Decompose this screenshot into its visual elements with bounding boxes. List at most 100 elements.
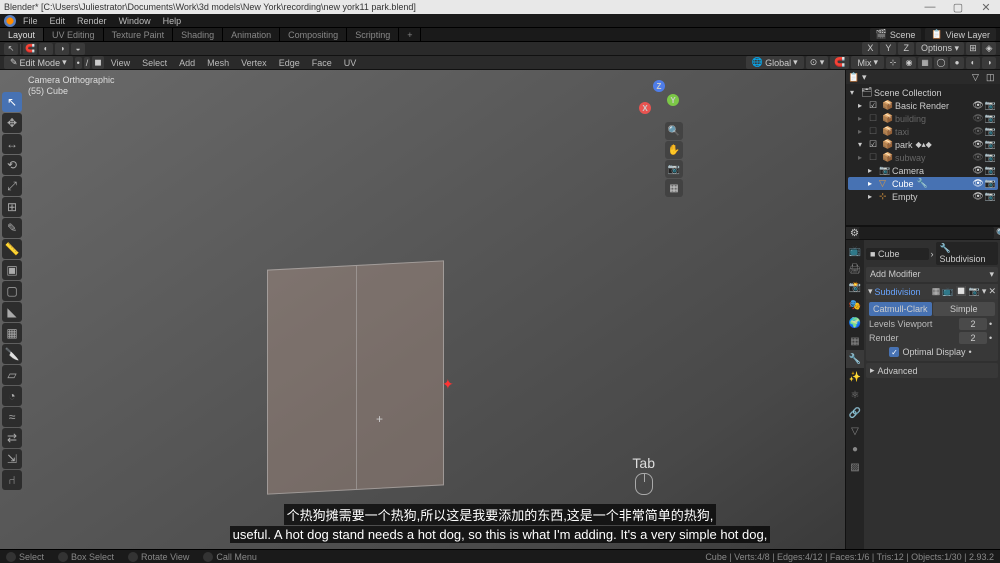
snap-toggle[interactable]: 🧲 [830, 56, 849, 69]
outliner-item-taxi[interactable]: ▸☐📦 taxi 👁📷 [848, 125, 998, 138]
tool-polybuild[interactable]: ▱ [2, 365, 22, 385]
optimal-display-checkbox[interactable]: ✓ [889, 347, 899, 357]
snap2-icon[interactable]: ◐ [39, 43, 53, 55]
mode-dropdown[interactable]: ✎ Edit Mode ▾ [4, 56, 73, 69]
select-mode-vert[interactable]: • [75, 57, 82, 69]
tab-add[interactable]: + [399, 28, 421, 41]
nav-camera[interactable]: 📷 [665, 160, 683, 178]
tab-uvediting[interactable]: UV Editing [44, 28, 104, 41]
outliner-item-park[interactable]: ▾☑📦 park ◆▴◆ 👁📷 [848, 138, 998, 151]
snap-icon[interactable]: 🧲 [23, 43, 37, 55]
xyz-z[interactable]: Z [898, 42, 914, 55]
3d-viewport[interactable]: ✦ + ↖ ✥ ↔ ⟲ ⤢ ⊞ ✎ 📏 ▣ ▢ ◣ ▦ 🔪 ▱ ◔ ≈ ⇄ ⇲ … [0, 70, 845, 549]
gizmo-icon[interactable]: ⊹ [886, 57, 900, 69]
simple-button[interactable]: Simple [933, 302, 996, 316]
orientation-selector[interactable]: 🌐 Global ▾ [746, 56, 804, 69]
menu-help[interactable]: Help [158, 16, 187, 26]
menu-edge[interactable]: Edge [274, 58, 305, 68]
outliner-camera[interactable]: ▸📷 Camera 👁📷 [848, 164, 998, 177]
menu-vertex[interactable]: Vertex [236, 58, 272, 68]
tool-loopcut[interactable]: ▦ [2, 323, 22, 343]
tool-cursor[interactable]: ✥ [2, 113, 22, 133]
proptab-world[interactable]: 🌍 [846, 314, 864, 332]
select-mode-face[interactable]: ◼ [92, 56, 103, 69]
mod-vis-oncage-icon[interactable]: ▾ [982, 286, 987, 297]
proptab-material[interactable]: ● [846, 440, 864, 458]
nav-pan[interactable]: ✋ [665, 141, 683, 159]
proptab-data[interactable]: ▽ [846, 422, 864, 440]
overlays-icon[interactable]: ◉ [902, 57, 916, 69]
proptab-viewlayer[interactable]: 📸 [846, 278, 864, 296]
tool-shrink[interactable]: ⇲ [2, 449, 22, 469]
tool-rip[interactable]: ⑁ [2, 470, 22, 490]
tab-compositing[interactable]: Compositing [280, 28, 347, 41]
mod-vis-edit-icon[interactable]: ▦ [932, 286, 941, 297]
catmull-clark-button[interactable]: Catmull-Clark [869, 302, 932, 316]
visibility-icon[interactable]: 👁 [972, 100, 983, 111]
tool-transform[interactable]: ⊞ [2, 197, 22, 217]
proptab-texture[interactable]: ▨ [846, 458, 864, 476]
outliner-item-building[interactable]: ▸☐📦 building 👁📷 [848, 112, 998, 125]
tool-extrude[interactable]: ▣ [2, 260, 22, 280]
properties-icon[interactable]: ⚙ [850, 228, 859, 239]
tab-layout[interactable]: Layout [0, 28, 44, 41]
shading-solid-icon[interactable]: ● [950, 57, 964, 69]
tab-scripting[interactable]: Scripting [347, 28, 399, 41]
tool-move[interactable]: ↔ [2, 134, 22, 154]
mod-vis-realtime-icon[interactable]: 📺 [942, 286, 953, 297]
menu-face[interactable]: Face [307, 58, 337, 68]
tab-shading[interactable]: Shading [173, 28, 223, 41]
menu-render[interactable]: Render [72, 16, 112, 26]
scene-selector[interactable]: 🎬 Scene [870, 28, 922, 41]
menu-add[interactable]: Add [174, 58, 200, 68]
tool-knife[interactable]: 🔪 [2, 344, 22, 364]
outliner-cube[interactable]: ▸▽ Cube 🔧 👁📷 [848, 177, 998, 190]
menu-window[interactable]: Window [114, 16, 156, 26]
proptab-constraints[interactable]: 🔗 [846, 404, 864, 422]
tab-animation[interactable]: Animation [223, 28, 280, 41]
search-input[interactable] [859, 227, 994, 239]
menu-uv[interactable]: UV [339, 58, 362, 68]
proptab-modifiers[interactable]: 🔧 [846, 350, 864, 368]
xyz-y[interactable]: Y [880, 42, 896, 55]
mod-vis-render-icon[interactable]: 🔲 [955, 286, 966, 297]
outliner-editor-icon[interactable]: 📋 [848, 72, 860, 83]
gizmo-y[interactable]: Y [667, 94, 679, 106]
outliner-item-subway[interactable]: ▸☐📦 subway 👁📷 [848, 151, 998, 164]
tool-rotate[interactable]: ⟲ [2, 155, 22, 175]
menu-mesh[interactable]: Mesh [202, 58, 234, 68]
add-modifier-dropdown[interactable]: Add Modifier ▾ [866, 267, 998, 282]
prop-modifier-breadcrumb[interactable]: 🔧 Subdivision [936, 242, 999, 265]
levels-viewport-value[interactable]: 2 [959, 318, 987, 330]
tool-select[interactable]: ↖ [2, 92, 22, 112]
wire-icon[interactable]: ◈ [982, 42, 996, 55]
options-dropdown[interactable]: Options ▾ [916, 42, 964, 55]
camera-restrict-icon[interactable]: 📷 [985, 100, 996, 111]
proptab-output[interactable]: 🖨 [846, 260, 864, 278]
nav-zoom[interactable]: 🔍 [665, 122, 683, 140]
proptab-scene[interactable]: 🎭 [846, 296, 864, 314]
filter-icon[interactable]: ▽ [972, 72, 984, 83]
shading-wire-icon[interactable]: ◯ [934, 57, 948, 69]
nav-gizmo[interactable]: Z Y X [639, 80, 679, 120]
proptab-physics[interactable]: ⚛ [846, 386, 864, 404]
outliner-item-basicrender[interactable]: ▸☑📦 Basic Render 👁📷 [848, 99, 998, 112]
outliner-empty[interactable]: ▸⊹ Empty 👁📷 [848, 190, 998, 203]
tool-edgeslide[interactable]: ⇄ [2, 428, 22, 448]
overlay-icon[interactable]: ⊞ [966, 42, 980, 55]
minimize-button[interactable]: — [916, 1, 944, 14]
advanced-panel[interactable]: ▸Advanced [866, 363, 998, 378]
menu-view[interactable]: View [106, 58, 135, 68]
shading-matpreview-icon[interactable]: ◐ [966, 57, 980, 69]
close-button[interactable]: ✕ [972, 1, 1000, 14]
snap4-icon[interactable]: ◒ [71, 43, 85, 55]
mod-vis-cage-icon[interactable]: 📷 [969, 286, 980, 297]
pivot-selector[interactable]: ⊙ ▾ [806, 56, 829, 69]
tool-annotate[interactable]: ✎ [2, 218, 22, 238]
select-mode-edge[interactable]: / [84, 57, 91, 69]
tool-smooth[interactable]: ≈ [2, 407, 22, 427]
prop-object-name[interactable]: ■ Cube [866, 248, 929, 260]
gizmo-x[interactable]: X [639, 102, 651, 114]
tool-inset[interactable]: ▢ [2, 281, 22, 301]
proptab-particles[interactable]: ✨ [846, 368, 864, 386]
